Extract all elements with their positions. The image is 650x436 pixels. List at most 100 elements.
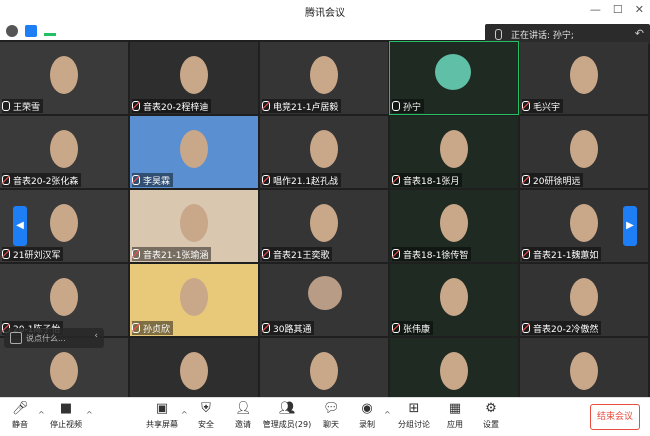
participant-name-text: 音表21-1魏蕙如 <box>533 250 599 261</box>
members-icon: 👥︎ <box>279 401 296 416</box>
breakout-button[interactable]: ⊞ 分组讨论 <box>396 401 432 430</box>
participant-tile[interactable]: 30路其通 <box>260 264 388 336</box>
end-meeting-button[interactable]: 结束会议 <box>590 404 640 430</box>
collapse-icon[interactable]: ↶ <box>635 27 644 40</box>
chevron-left-icon[interactable]: ‹ <box>94 331 98 341</box>
participant-name: 电竞21-1卢居毅 <box>262 99 342 113</box>
share-screen-button[interactable]: ▣ 共享屏幕 <box>144 401 180 430</box>
participant-name: 孙宁 <box>392 99 425 113</box>
share-screen-icon: ▣ <box>155 401 169 416</box>
record-button[interactable]: ◉ 录制 <box>356 401 378 430</box>
microphone-icon: 🎤︎ <box>12 401 29 416</box>
participant-tile[interactable]: 电竞21-1卢居毅 <box>260 42 388 114</box>
video-feed <box>570 278 598 316</box>
participant-name-text: 电竞21-1卢居毅 <box>273 102 339 113</box>
participant-tile[interactable]: 音表20-2冷傲然 <box>520 264 648 336</box>
video-options-icon[interactable]: ^ <box>86 410 93 419</box>
participant-tile[interactable]: 音表18-1徐传智 <box>390 190 518 262</box>
stop-video-button[interactable]: ■ 停止视频 <box>48 401 84 430</box>
mic-muted-icon <box>522 101 530 111</box>
mic-muted-icon <box>132 249 140 259</box>
title-bar: 腾讯会议 — ☐ ✕ <box>0 0 650 23</box>
participant-tile[interactable]: 唱作21.1赵孔战 <box>260 116 388 188</box>
mic-muted-icon <box>392 175 400 185</box>
speaking-label: 正在讲话: 孙宁; <box>511 31 574 41</box>
video-feed <box>180 278 208 316</box>
participant-tile[interactable]: 王荣雪 <box>0 42 128 114</box>
participant-tile[interactable]: 20研徐明远 <box>520 116 648 188</box>
participant-tile[interactable]: 孙贞欣 <box>130 264 258 336</box>
participant-name-text: 孙贞欣 <box>143 324 171 335</box>
share-options-icon[interactable]: ^ <box>181 410 188 419</box>
gear-icon: ⚙ <box>485 401 497 416</box>
participant-name-text: 李昊霖 <box>143 176 171 187</box>
signal-icon[interactable] <box>44 25 56 36</box>
participant-name-text: 21研刘汉军 <box>13 250 61 261</box>
prev-page-button[interactable]: ◀ <box>13 206 27 246</box>
video-feed <box>50 130 78 168</box>
participant-tile[interactable]: 毛兴宇 <box>520 42 648 114</box>
participant-tile[interactable]: 孙宁 <box>389 41 519 115</box>
participant-tile[interactable]: 张伟康 <box>390 264 518 336</box>
mic-icon <box>392 101 400 111</box>
participant-name-text: 30路其通 <box>273 324 312 335</box>
participant-tile[interactable]: 李昊霖 <box>130 116 258 188</box>
apps-button[interactable]: ▦ 应用 <box>444 401 466 430</box>
invite-button[interactable]: 👤︎ 邀请 <box>232 401 254 430</box>
participant-tile[interactable]: 20-1陈子怡 <box>0 264 128 336</box>
mic-muted-icon <box>132 101 140 111</box>
chat-button[interactable]: 💬︎ 聊天 <box>320 401 342 430</box>
mic-muted-icon <box>2 249 10 259</box>
record-icon: ◉ <box>361 401 373 416</box>
video-feed <box>440 352 468 390</box>
camera-icon: ■ <box>59 401 73 416</box>
participant-tile[interactable]: 音表20-2张化森 <box>0 116 128 188</box>
participant-name-text: 音表18-1徐传智 <box>403 250 469 261</box>
maximize-icon[interactable]: ☐ <box>613 3 623 16</box>
video-feed <box>180 56 208 94</box>
video-feed <box>440 204 468 242</box>
chat-icon: 💬︎ <box>323 401 340 416</box>
mic-muted-icon <box>522 249 530 259</box>
video-feed <box>180 130 208 168</box>
settings-button[interactable]: ⚙ 设置 <box>480 401 502 430</box>
video-feed <box>180 204 208 242</box>
video-feed <box>50 352 78 390</box>
mic-muted-icon <box>522 323 530 333</box>
mic-muted-icon <box>262 323 270 333</box>
participant-name: 李昊霖 <box>132 173 174 187</box>
bottom-toolbar: 🎤︎ 静音 ^ ■ 停止视频 ^ ▣ 共享屏幕 ^ ⛨ 安全 👤︎ 邀请 👥︎ 管理成员(2… <box>0 397 650 436</box>
participant-name-text: 王荣雪 <box>13 102 41 113</box>
participant-tile[interactable]: 音表20-2程梓迪 <box>130 42 258 114</box>
mute-options-icon[interactable]: ^ <box>38 410 45 419</box>
participant-tile[interactable]: 音表21王奕歌 <box>260 190 388 262</box>
video-feed <box>50 56 78 94</box>
participant-name-text: 音表20-2程梓迪 <box>143 102 209 113</box>
security-button[interactable]: ⛨ 安全 <box>196 401 216 430</box>
chat-input[interactable]: 说点什么... ‹ <box>4 328 104 348</box>
shield-icon[interactable] <box>25 25 37 37</box>
participant-name-text: 音表21-1张瑜涵 <box>143 250 209 261</box>
manage-members-button[interactable]: 👥︎ 管理成员(29) <box>262 401 312 430</box>
participant-name: 音表21-1魏蕙如 <box>522 247 602 261</box>
apps-icon: ▦ <box>448 401 462 416</box>
mic-icon <box>2 101 10 111</box>
video-feed <box>440 278 468 316</box>
participant-name: 音表20-2张化森 <box>2 173 82 187</box>
participant-name: 音表18-1张月 <box>392 173 463 187</box>
next-page-button[interactable]: ▶ <box>623 206 637 246</box>
participant-name: 30路其通 <box>262 321 315 335</box>
close-icon[interactable]: ✕ <box>635 3 644 16</box>
video-feed <box>570 352 598 390</box>
minimize-icon[interactable]: — <box>590 3 601 16</box>
participant-tile[interactable]: 音表18-1张月 <box>390 116 518 188</box>
video-feed <box>308 276 342 310</box>
breakout-icon: ⊞ <box>408 401 420 416</box>
info-icon[interactable] <box>6 25 18 37</box>
video-feed <box>570 130 598 168</box>
mute-button[interactable]: 🎤︎ 静音 <box>8 401 32 430</box>
mic-muted-icon <box>392 323 400 333</box>
record-options-icon[interactable]: ^ <box>384 410 391 419</box>
participant-tile[interactable]: 音表21-1张瑜涵 <box>130 190 258 262</box>
participant-name: 王荣雪 <box>2 99 44 113</box>
